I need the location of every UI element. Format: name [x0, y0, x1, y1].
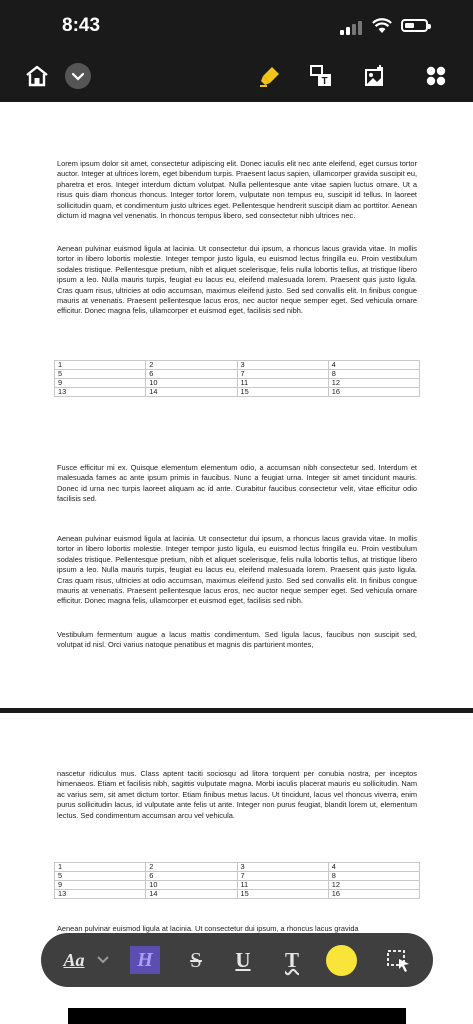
color-picker-button[interactable] — [324, 933, 358, 987]
data-table: 1234 5678 9 10 11 12 13 14 15 16 — [53, 360, 421, 397]
data-table: 1234 5678 9 10 11 12 13 14 15 16 — [53, 862, 421, 899]
status-time: 8:43 — [62, 15, 101, 36]
strikethrough-button[interactable]: S — [181, 933, 211, 987]
highlight-label: H — [137, 948, 153, 971]
table-row: 1234 — [53, 360, 421, 370]
document-page-1: Lorem ipsum dolor sit amet, consectetur … — [0, 102, 473, 708]
table-row: 13 14 15 16 — [53, 889, 421, 899]
highlighter-icon[interactable] — [255, 61, 285, 91]
table-row: 13 14 15 16 — [53, 387, 421, 397]
home-indicator — [68, 1008, 406, 1024]
highlight-text-button[interactable]: H — [129, 933, 161, 987]
paragraph: Aenean pulvinar euismod ligula at lacini… — [57, 534, 417, 606]
text-recognition-icon[interactable]: T — [306, 61, 336, 91]
paragraph: nascetur ridiculus mus. Class aptent tac… — [57, 769, 417, 820]
top-toolbar: T — [0, 52, 473, 102]
format-toolbar: Aa H S U T — [41, 933, 433, 987]
table-row: 9 10 11 12 — [53, 378, 421, 388]
wifi-icon — [372, 18, 392, 39]
home-icon[interactable] — [22, 61, 52, 91]
battery-icon — [401, 19, 431, 32]
paragraph: Vestibulum fermentum augue a lacus matti… — [57, 630, 417, 650]
chevron-down-icon[interactable] — [63, 61, 93, 91]
table-row: 5678 — [53, 369, 421, 379]
paragraph: Aenean pulvinar euismod ligula at lacini… — [57, 244, 417, 316]
chevron-down-icon[interactable] — [93, 933, 113, 987]
table-row: 9 10 11 12 — [53, 880, 421, 890]
area-select-icon[interactable] — [383, 933, 413, 987]
paragraph: Fusce efficitur mi ex. Quisque elementum… — [57, 463, 417, 504]
font-style-button[interactable]: Aa — [59, 933, 89, 987]
svg-text:T: T — [321, 76, 327, 87]
status-bar: 8:43 — [0, 0, 473, 52]
table-row: 5678 — [53, 871, 421, 881]
selected-color-swatch — [325, 944, 357, 976]
table-row: 1234 — [53, 862, 421, 872]
underline-button[interactable]: U — [228, 933, 258, 987]
paragraph: Lorem ipsum dolor sit amet, consectetur … — [57, 159, 417, 221]
image-edit-icon[interactable] — [360, 61, 390, 91]
squiggly-underline-button[interactable]: T — [277, 933, 307, 987]
grid-apps-icon[interactable] — [421, 61, 451, 91]
cellular-signal-icon — [340, 21, 362, 35]
